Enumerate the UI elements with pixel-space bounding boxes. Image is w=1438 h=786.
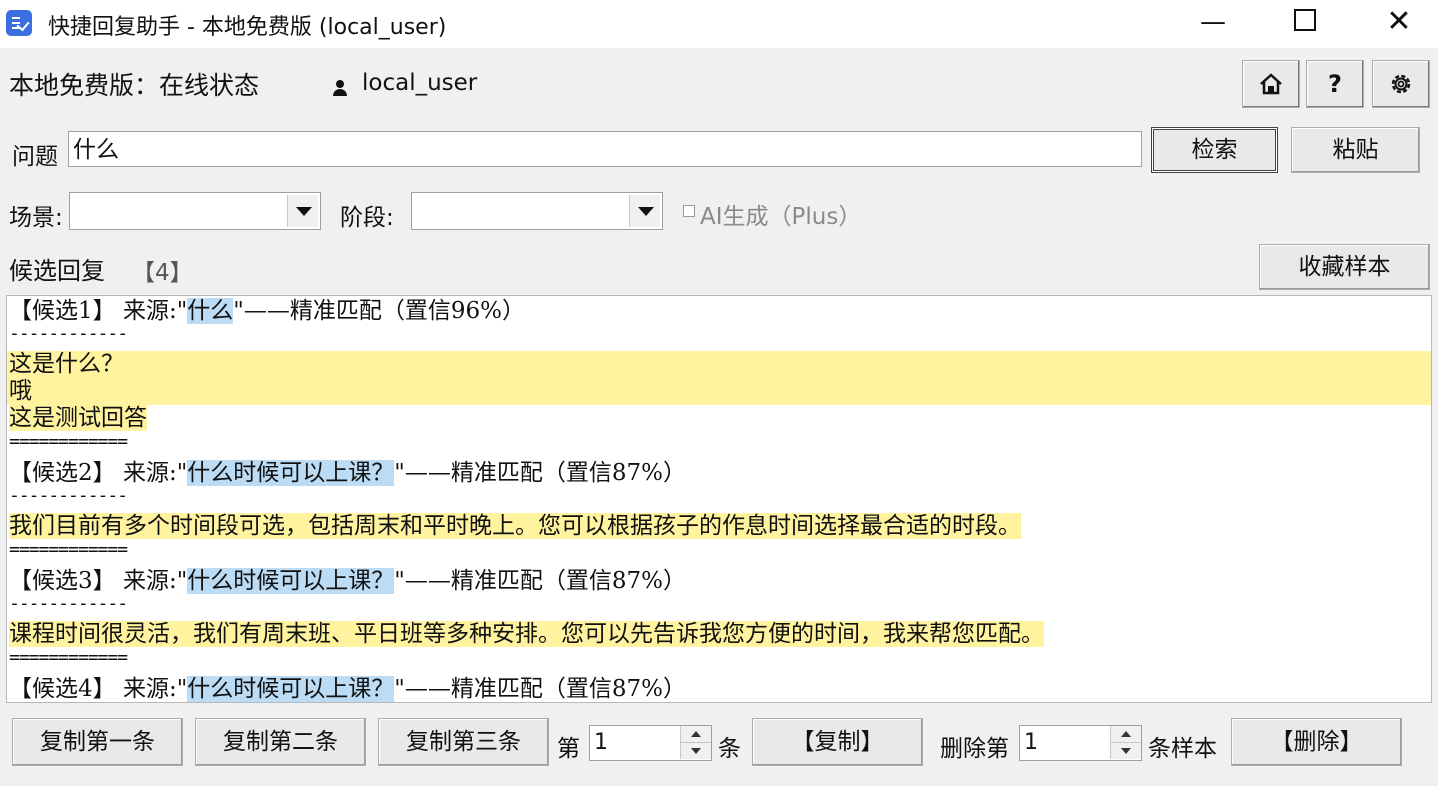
delete-button[interactable]: 【删除】 bbox=[1231, 718, 1402, 766]
copy-second-button[interactable]: 复制第二条 bbox=[195, 718, 366, 766]
edition-label: 本地免费版 bbox=[9, 71, 135, 100]
dash-separator: ------------ bbox=[9, 485, 128, 506]
online-status: 在线状态 bbox=[159, 71, 260, 100]
nth-suffix-label: 条 bbox=[718, 736, 741, 762]
candidate-source: 什么时候可以上课？ bbox=[187, 460, 395, 486]
window-title: 快捷回复助手 - 本地免费版 (local_user) bbox=[48, 15, 447, 40]
copy-first-button[interactable]: 复制第一条 bbox=[12, 718, 183, 766]
search-button[interactable]: 检索 bbox=[1151, 127, 1278, 173]
scene-label: 场景: bbox=[9, 205, 63, 231]
candidate-reply-line: 这是测试回答 bbox=[9, 405, 147, 431]
favorite-sample-button[interactable]: 收藏样本 bbox=[1259, 244, 1430, 290]
home-icon bbox=[1260, 73, 1282, 95]
home-button[interactable] bbox=[1242, 60, 1300, 108]
candidate-highlight bbox=[7, 351, 1431, 405]
candidate-header: 【候选1】 来源:"什么"——精准匹配（置信96%） bbox=[9, 298, 526, 324]
app-icon bbox=[6, 10, 32, 36]
stepper-up-icon[interactable] bbox=[680, 726, 711, 743]
copy-index-stepper[interactable]: 1 bbox=[589, 725, 712, 761]
dash-separator: ------------ bbox=[9, 323, 128, 344]
end-separator: ============ bbox=[9, 539, 128, 560]
end-separator: ============ bbox=[9, 431, 128, 452]
candidate-reply-line: 这是什么？ bbox=[9, 351, 124, 377]
status-separator: ： bbox=[134, 71, 160, 100]
stepper-down-icon[interactable] bbox=[680, 743, 711, 759]
stage-select[interactable] bbox=[411, 192, 663, 230]
question-label: 问题 bbox=[12, 144, 58, 170]
candidate-header: 【候选2】 来源:"什么时候可以上课？"——精准匹配（置信87%） bbox=[9, 460, 687, 486]
copy-button[interactable]: 【复制】 bbox=[752, 718, 923, 766]
paste-button[interactable]: 粘贴 bbox=[1291, 127, 1420, 173]
dash-separator: ------------ bbox=[9, 593, 128, 614]
candidate-reply-line: 课程时间很灵活，我们有周末班、平日班等多种安排。您可以先告诉我您方便的时间，我来… bbox=[9, 621, 1044, 647]
copy-third-button[interactable]: 复制第三条 bbox=[378, 718, 549, 766]
delete-index-stepper[interactable]: 1 bbox=[1019, 725, 1142, 761]
gear-icon bbox=[1391, 74, 1411, 94]
candidate-header: 【候选3】 来源:"什么时候可以上课？"——精准匹配（置信87%） bbox=[9, 568, 687, 594]
status-line: 本地免费版：在线状态 bbox=[9, 66, 259, 102]
delete-suffix-label: 条样本 bbox=[1148, 736, 1217, 762]
ai-checkbox[interactable] bbox=[683, 205, 695, 217]
delete-prefix-label: 删除第 bbox=[940, 736, 1009, 762]
stepper-down-icon[interactable] bbox=[1110, 743, 1141, 759]
candidate-source: 什么时候可以上课？ bbox=[187, 676, 395, 702]
candidate-reply-line: 我们目前有多个时间段可选，包括周末和平时晚上。您可以根据孩子的作息时间选择最合适… bbox=[9, 513, 1021, 539]
candidate-header: 【候选4】 来源:"什么时候可以上课？"——精准匹配（置信87%） bbox=[9, 676, 687, 702]
help-button[interactable]: ? bbox=[1306, 60, 1364, 108]
question-input[interactable]: 什么 bbox=[68, 131, 1142, 167]
copy-index-value: 1 bbox=[594, 730, 608, 755]
stage-label: 阶段: bbox=[340, 205, 394, 231]
candidates-title: 候选回复 bbox=[9, 257, 105, 285]
scene-select[interactable] bbox=[69, 192, 321, 230]
end-separator: ============ bbox=[9, 647, 128, 668]
candidate-source: 什么时候可以上课？ bbox=[187, 568, 395, 594]
maximize-icon bbox=[1294, 8, 1316, 31]
candidate-source: 什么 bbox=[187, 298, 234, 324]
user-icon bbox=[333, 80, 347, 96]
delete-index-value: 1 bbox=[1024, 730, 1038, 755]
chevron-down-icon bbox=[629, 195, 660, 227]
settings-button[interactable] bbox=[1372, 60, 1430, 108]
stepper-up-icon[interactable] bbox=[1110, 726, 1141, 743]
maximize-button[interactable] bbox=[1258, 0, 1352, 46]
candidates-count: 【4】 bbox=[132, 260, 193, 286]
candidate-reply-line: 哦 bbox=[9, 378, 32, 404]
chevron-down-icon bbox=[287, 195, 318, 227]
candidates-textbox[interactable]: 【候选1】 来源:"什么"——精准匹配（置信96%） ------------ … bbox=[6, 295, 1432, 703]
nth-prefix-label: 第 bbox=[557, 736, 580, 762]
ai-generate-label: AI生成（Plus） bbox=[700, 204, 862, 230]
close-button[interactable]: ✕ bbox=[1352, 0, 1438, 46]
close-icon: ✕ bbox=[1386, 4, 1412, 39]
minimize-icon: — bbox=[1200, 7, 1226, 37]
minimize-button[interactable]: — bbox=[1166, 0, 1260, 46]
username: local_user bbox=[362, 70, 478, 96]
